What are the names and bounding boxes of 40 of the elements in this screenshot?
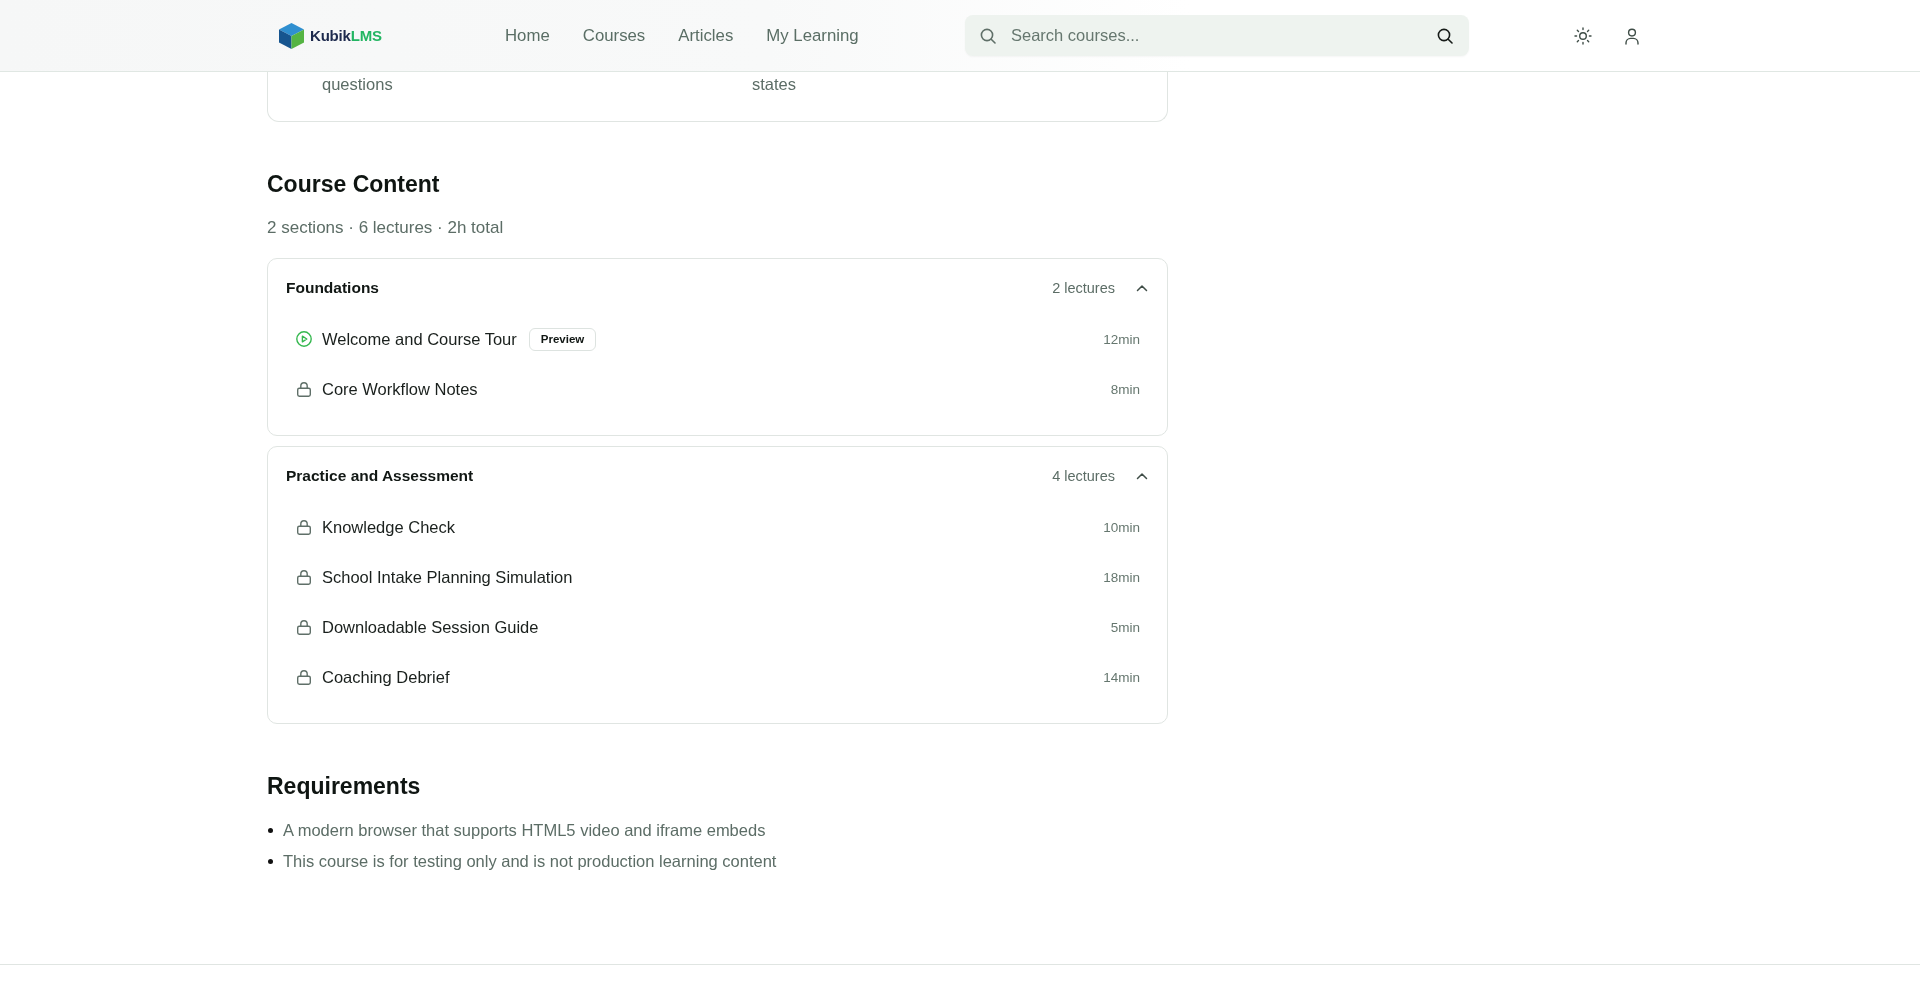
- lecture-count: 4 lectures: [1052, 467, 1115, 486]
- search-icon: [980, 27, 996, 44]
- lecture-title[interactable]: Downloadable Session Guide: [322, 617, 539, 637]
- lecture-duration: 8min: [1110, 381, 1140, 397]
- lecture-title[interactable]: School Intake Planning Simulation: [322, 567, 573, 587]
- nav-link[interactable]: Articles: [678, 25, 734, 46]
- chevron-up-icon[interactable]: [1136, 282, 1148, 294]
- bullet-icon: [268, 858, 273, 864]
- card-text: states: [752, 74, 798, 95]
- requirement-text: A modern browser that supports HTML5 video and iframe embeds: [283, 820, 766, 841]
- cube-logo-icon[interactable]: [279, 22, 304, 49]
- preview-badge[interactable]: Preview: [528, 327, 597, 351]
- course-summary: 2 sections · 6 lectures · 2h total: [267, 217, 505, 239]
- lecture-duration: 5min: [1110, 619, 1140, 635]
- user-icon[interactable]: [1623, 26, 1641, 45]
- nav-link[interactable]: My Learning: [766, 25, 859, 46]
- lecture-duration: 12min: [1103, 331, 1140, 347]
- lecture-title[interactable]: Welcome and Course Tour: [322, 329, 517, 349]
- card-text: questions: [322, 74, 394, 95]
- chevron-up-icon[interactable]: [1136, 470, 1148, 482]
- lecture-title[interactable]: Core Workflow Notes: [322, 379, 478, 399]
- lecture-duration: 18min: [1103, 569, 1140, 585]
- requirement-text: This course is for testing only and is not production learning content: [283, 851, 777, 872]
- play-circle-icon[interactable]: [296, 331, 312, 347]
- logo-text[interactable]: KubikLMS: [310, 27, 382, 44]
- nav-link[interactable]: Courses: [582, 25, 646, 46]
- section-title[interactable]: Foundations: [286, 278, 1053, 298]
- nav-link[interactable]: Home: [505, 25, 550, 46]
- lecture-title[interactable]: Knowledge Check: [322, 517, 455, 537]
- lecture-duration: 10min: [1103, 519, 1140, 535]
- bullet-icon: [268, 827, 273, 833]
- section-title[interactable]: Practice and Assessment: [286, 466, 1053, 486]
- lecture-title[interactable]: Coaching Debrief: [322, 667, 450, 687]
- section-heading: Requirements: [267, 772, 422, 801]
- section-heading: Course Content: [267, 170, 441, 199]
- sun-icon[interactable]: [1574, 26, 1592, 45]
- search-field[interactable]: Search courses...: [965, 15, 1469, 56]
- lecture-count: 2 lectures: [1052, 279, 1115, 298]
- lecture-duration: 14min: [1103, 669, 1140, 685]
- search-icon[interactable]: [1437, 27, 1453, 44]
